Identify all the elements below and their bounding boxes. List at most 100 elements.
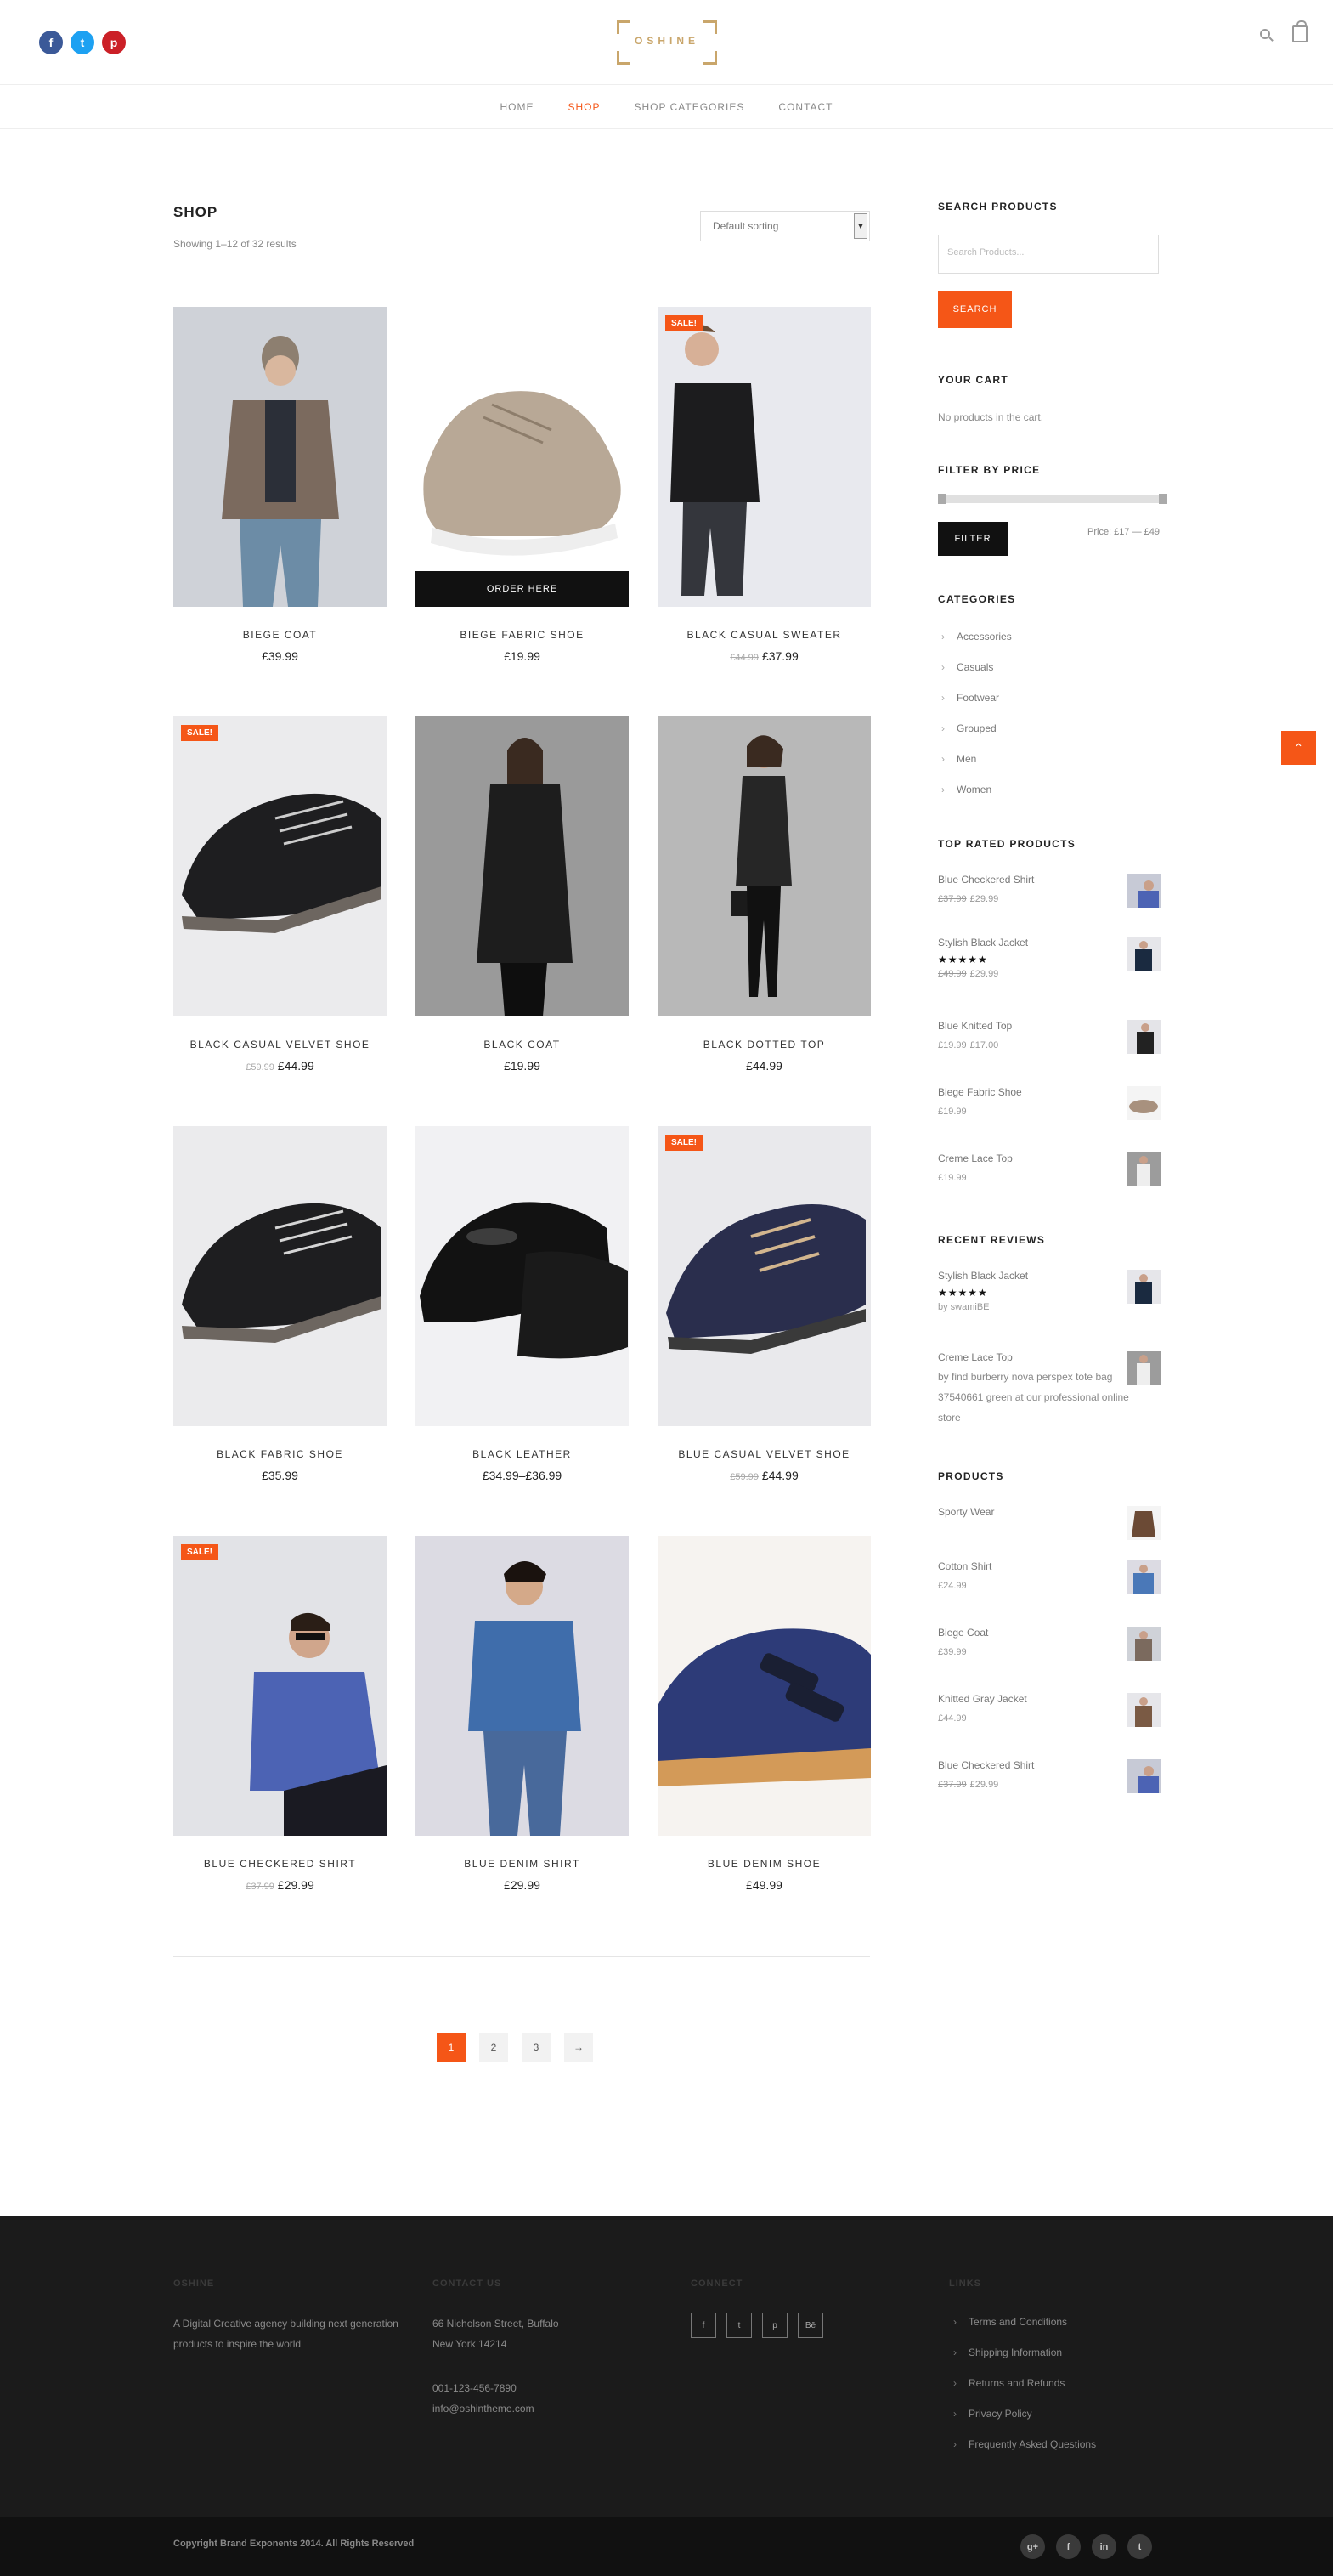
category-label[interactable]: Footwear	[957, 692, 999, 704]
category-item[interactable]: › Women	[941, 784, 991, 795]
product-thumbnail[interactable]	[1127, 1270, 1161, 1304]
product-image[interactable]	[173, 307, 387, 607]
twitter-icon[interactable]: t	[71, 31, 94, 54]
product-image[interactable]: SALE!	[173, 1536, 387, 1836]
footer-link[interactable]: › Returns and Refunds	[953, 2377, 1065, 2389]
category-item[interactable]: › Men	[941, 753, 976, 765]
sorting-select[interactable]: Default sorting ▼	[700, 211, 870, 241]
product-name[interactable]: BLACK CASUAL VELVET SHOE	[173, 1039, 387, 1050]
category-label[interactable]: Accessories	[957, 631, 1012, 643]
sidebar-product-item[interactable]: Blue Checkered Shirt £37.99 £29.99	[938, 1759, 1161, 1805]
footer-link-label[interactable]: Shipping Information	[969, 2347, 1062, 2358]
footer-link[interactable]: › Frequently Asked Questions	[953, 2438, 1096, 2450]
footer-link-label[interactable]: Terms and Conditions	[969, 2316, 1067, 2328]
product-name[interactable]: BLACK LEATHER	[415, 1448, 629, 1460]
top-rated-item[interactable]: Creme Lace Top £19.99	[938, 1152, 1161, 1198]
product-thumbnail[interactable]	[1127, 1506, 1161, 1540]
category-label[interactable]: Grouped	[957, 722, 997, 734]
footer-link-label[interactable]: Privacy Policy	[969, 2408, 1032, 2420]
twitter-icon[interactable]: t	[726, 2313, 752, 2338]
product-name[interactable]: BLACK DOTTED TOP	[658, 1039, 871, 1050]
shopping-bag-icon[interactable]	[1292, 20, 1308, 42]
product-name[interactable]: BLACK FABRIC SHOE	[173, 1448, 387, 1460]
product-image[interactable]: SALE!	[658, 307, 871, 607]
sidebar-product-item[interactable]: Cotton Shirt £24.99	[938, 1560, 1161, 1606]
product-thumbnail[interactable]	[1127, 874, 1161, 908]
product-name[interactable]: BLUE DENIM SHOE	[658, 1858, 871, 1870]
footer-link-label[interactable]: Returns and Refunds	[969, 2377, 1065, 2389]
product-thumbnail[interactable]	[1127, 1152, 1161, 1186]
nav-shop[interactable]: SHOP	[568, 101, 600, 113]
footer-link[interactable]: › Terms and Conditions	[953, 2316, 1067, 2328]
product-name[interactable]: BLUE DENIM SHIRT	[415, 1858, 629, 1870]
google-plus-icon[interactable]: g+	[1020, 2534, 1045, 2559]
next-page-arrow-icon[interactable]: →	[564, 2033, 593, 2062]
product-name[interactable]: BLUE CASUAL VELVET SHOE	[658, 1448, 871, 1460]
slider-handle-min[interactable]	[938, 494, 946, 504]
product-name[interactable]: BIEGE FABRIC SHOE	[415, 629, 629, 641]
product-card[interactable]: SALE! BLACK CASUAL SWEATER £44.99 £37.99	[658, 307, 871, 663]
product-thumbnail[interactable]	[1127, 937, 1161, 971]
top-rated-item[interactable]: Biege Fabric Shoe £19.99	[938, 1086, 1161, 1132]
category-item[interactable]: › Accessories	[941, 631, 1012, 643]
product-name[interactable]: BIEGE COAT	[173, 629, 387, 641]
filter-button[interactable]: FILTER	[938, 522, 1008, 556]
product-card[interactable]: BLACK COAT £19.99	[415, 716, 629, 1073]
linkedin-icon[interactable]: in	[1092, 2534, 1116, 2559]
product-thumbnail[interactable]	[1127, 1086, 1161, 1120]
pinterest-icon[interactable]: p	[102, 31, 126, 54]
twitter-icon[interactable]: t	[1127, 2534, 1152, 2559]
footer-link-label[interactable]: Frequently Asked Questions	[969, 2438, 1096, 2450]
product-thumbnail[interactable]	[1127, 1351, 1161, 1385]
category-label[interactable]: Men	[957, 753, 976, 765]
product-card[interactable]: BLUE DENIM SHOE £49.99	[658, 1536, 871, 1892]
footer-link[interactable]: › Privacy Policy	[953, 2408, 1032, 2420]
price-slider[interactable]	[938, 494, 1167, 504]
search-button[interactable]: SEARCH	[938, 291, 1012, 328]
product-thumbnail[interactable]	[1127, 1759, 1161, 1793]
facebook-icon[interactable]: f	[691, 2313, 716, 2338]
product-name[interactable]: BLUE CHECKERED SHIRT	[173, 1858, 387, 1870]
category-item[interactable]: › Grouped	[941, 722, 997, 734]
search-input[interactable]: Search Products...	[938, 235, 1159, 274]
product-image[interactable]	[415, 716, 629, 1016]
nav-contact[interactable]: CONTACT	[778, 101, 833, 113]
product-image[interactable]	[658, 716, 871, 1016]
product-name[interactable]: BLACK CASUAL SWEATER	[658, 629, 871, 641]
product-image[interactable]	[658, 1536, 871, 1836]
nav-shop-categories[interactable]: SHOP CATEGORIES	[634, 101, 744, 113]
behance-icon[interactable]: Bē	[798, 2313, 823, 2338]
nav-home[interactable]: HOME	[500, 101, 534, 113]
sidebar-product-item[interactable]: Knitted Gray Jacket £44.99	[938, 1693, 1161, 1739]
facebook-icon[interactable]: f	[39, 31, 63, 54]
search-icon[interactable]	[1260, 29, 1270, 39]
product-image[interactable]	[415, 1126, 629, 1426]
page-3[interactable]: 3	[522, 2033, 551, 2062]
facebook-icon[interactable]: f	[1056, 2534, 1081, 2559]
product-card[interactable]: BLACK LEATHER £34.99–£36.99	[415, 1126, 629, 1482]
product-card[interactable]: BLUE DENIM SHIRT £29.99	[415, 1536, 629, 1892]
product-thumbnail[interactable]	[1127, 1693, 1161, 1727]
category-label[interactable]: Casuals	[957, 661, 993, 673]
product-card[interactable]: SALE! BLUE CASUAL VELVET SHOE £59.99 £44.…	[658, 1126, 871, 1482]
product-image[interactable]	[173, 1126, 387, 1426]
slider-handle-max[interactable]	[1159, 494, 1167, 504]
scroll-to-top-icon[interactable]: ⌃	[1281, 731, 1316, 765]
chevron-down-icon[interactable]: ▼	[854, 213, 867, 239]
product-card[interactable]: ORDER HERE BIEGE FABRIC SHOE £19.99	[415, 307, 629, 663]
product-image[interactable]: SALE!	[658, 1126, 871, 1426]
top-rated-item[interactable]: Blue Knitted Top £19.99 £17.00	[938, 1020, 1161, 1066]
site-logo[interactable]: OSHINE	[617, 20, 717, 65]
top-rated-item[interactable]: Blue Checkered Shirt £37.99 £29.99	[938, 874, 1161, 920]
order-here-button[interactable]: ORDER HERE	[415, 571, 629, 607]
category-item[interactable]: › Casuals	[941, 661, 993, 673]
product-card[interactable]: BIEGE COAT £39.99	[173, 307, 387, 663]
page-2[interactable]: 2	[479, 2033, 508, 2062]
product-thumbnail[interactable]	[1127, 1560, 1161, 1594]
review-item[interactable]: Stylish Black Jacket ★★★★★ by swamiBE	[938, 1270, 1161, 1329]
sidebar-product-item[interactable]: Biege Coat £39.99	[938, 1627, 1161, 1673]
sidebar-product-item[interactable]: Sporty Wear	[938, 1506, 1161, 1552]
product-card[interactable]: SALE! BLACK CASUAL VELVET SHOE £59.99 £44…	[173, 716, 387, 1073]
page-1[interactable]: 1	[437, 2033, 466, 2062]
category-item[interactable]: › Footwear	[941, 692, 999, 704]
